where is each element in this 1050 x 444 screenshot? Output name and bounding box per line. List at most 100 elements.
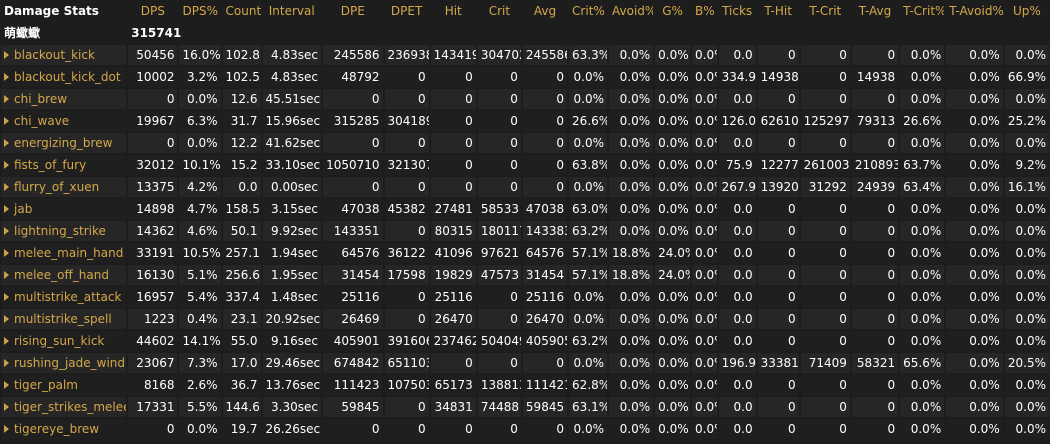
cell-dpet: 17598: [384, 265, 429, 285]
table-row[interactable]: chi_brew 0 0.0% 12.6 45.51sec 0 0 0 0 0 0.0% 0.0% 0.…: [1, 89, 1049, 109]
ability-name-cell[interactable]: rising_sun_kick: [1, 331, 127, 351]
ability-name-cell[interactable]: tiger_palm: [1, 375, 127, 395]
cell-t-avoid: 0.0%: [946, 133, 1003, 153]
column-header-avg[interactable]: Avg: [522, 1, 568, 21]
column-header-ticks[interactable]: Ticks: [718, 1, 756, 21]
ability-name-cell[interactable]: flurry_of_xuen: [1, 177, 127, 197]
triangle-right-icon[interactable]: [4, 403, 9, 411]
column-header-damage-stats[interactable]: Damage Stats: [1, 1, 127, 21]
cell-dps: 16.0%: [179, 45, 221, 65]
triangle-right-icon[interactable]: [4, 183, 9, 191]
cell-crit: 63.2%: [569, 221, 608, 241]
ability-name-cell[interactable]: jab: [1, 199, 127, 219]
table-row[interactable]: rising_sun_kick 44602 14.1% 55.0 9.16sec 4059…: [1, 331, 1049, 351]
ability-name-cell[interactable]: chi_wave: [1, 111, 127, 131]
cell-t-avoid: 0.0%: [946, 353, 1003, 373]
table-row[interactable]: lightning_strike 14362 4.6% 50.1 9.92sec 1433…: [1, 221, 1049, 241]
ability-name-cell[interactable]: blackout_kick: [1, 45, 127, 65]
table-row[interactable]: chi_wave 19967 6.3% 31.7 15.96sec 315285 30418…: [1, 111, 1049, 131]
cell-t-crit: 0.0%: [900, 287, 945, 307]
column-header-t-crit[interactable]: T-Crit: [800, 1, 850, 21]
ability-name-cell[interactable]: melee_off_hand: [1, 265, 127, 285]
column-header-t-hit[interactable]: T-Hit: [757, 1, 799, 21]
cell-dpet: 0: [384, 177, 429, 197]
cell-count: 15.2: [222, 155, 261, 175]
cell-t-crit: 0.0%: [900, 243, 945, 263]
cell-up: 0.0%: [1004, 265, 1049, 285]
triangle-right-icon[interactable]: [4, 425, 9, 433]
table-row[interactable]: fists_of_fury 32012 10.1% 15.2 33.10sec 10507…: [1, 155, 1049, 175]
column-header-interval[interactable]: Interval: [262, 1, 321, 21]
cell-up: 16.1%: [1004, 177, 1049, 197]
triangle-right-icon[interactable]: [4, 161, 9, 169]
cell-up: 0.0%: [1004, 89, 1049, 109]
column-header-t-avg[interactable]: T-Avg: [851, 1, 899, 21]
triangle-right-icon[interactable]: [4, 293, 9, 301]
table-row[interactable]: energizing_brew 0 0.0% 12.2 41.62sec 0 0 0 0 0 0.0…: [1, 133, 1049, 153]
cell-dps: 33191: [128, 243, 178, 263]
cell-dpet: 107503: [384, 375, 429, 395]
triangle-right-icon[interactable]: [4, 51, 9, 59]
cell-count: 102.5: [222, 67, 261, 87]
ability-name-cell[interactable]: chi_brew: [1, 89, 127, 109]
column-header-dps[interactable]: DPS%: [179, 1, 221, 21]
table-row[interactable]: flurry_of_xuen 13375 4.2% 0.0 0.00sec 0 0 0 0 0 0.…: [1, 177, 1049, 197]
cell-dps: 4.7%: [179, 199, 221, 219]
column-header-dps[interactable]: DPS: [128, 1, 178, 21]
ability-name-cell[interactable]: melee_main_hand: [1, 243, 127, 263]
table-row[interactable]: jab 14898 4.7% 158.5 3.15sec 47038 45382 27481 5…: [1, 199, 1049, 219]
triangle-right-icon[interactable]: [4, 271, 9, 279]
table-row[interactable]: multistrike_spell 1223 0.4% 23.1 20.92sec 264…: [1, 309, 1049, 329]
cell-avoid: 0.0%: [609, 309, 654, 329]
column-header-up[interactable]: Up%: [1004, 1, 1049, 21]
ability-name-cell[interactable]: tiger_strikes_melee: [1, 397, 127, 417]
ability-name-cell[interactable]: blackout_kick_dot: [1, 67, 127, 87]
column-header-count[interactable]: Count: [222, 1, 261, 21]
cell-avoid: 0.0%: [609, 133, 654, 153]
cell-crit: 0.0%: [569, 309, 608, 329]
table-row[interactable]: melee_main_hand 33191 10.5% 257.1 1.94sec 645…: [1, 243, 1049, 263]
column-header-dpet[interactable]: DPET: [384, 1, 429, 21]
table-row[interactable]: blackout_kick 50456 16.0% 102.8 4.83sec 24558…: [1, 45, 1049, 65]
table-row[interactable]: tiger_palm 8168 2.6% 36.7 13.76sec 111423 1075…: [1, 375, 1049, 395]
cell-crit: 63.1%: [569, 397, 608, 417]
cell-avoid: 0.0%: [609, 287, 654, 307]
cell-dpet: 651103: [384, 353, 429, 373]
column-header-g[interactable]: G%: [655, 1, 691, 21]
column-header-hit[interactable]: Hit: [430, 1, 476, 21]
table-row[interactable]: tiger_strikes_melee 17331 5.5% 144.6 3.30sec…: [1, 397, 1049, 417]
table-row[interactable]: rushing_jade_wind 23067 7.3% 17.0 29.46sec 67…: [1, 353, 1049, 373]
ability-name-cell[interactable]: rushing_jade_wind: [1, 353, 127, 373]
ability-name-cell[interactable]: multistrike_spell: [1, 309, 127, 329]
column-header-b[interactable]: B%: [692, 1, 717, 21]
table-row[interactable]: melee_off_hand 16130 5.1% 256.6 1.95sec 31454…: [1, 265, 1049, 285]
column-header-avoid[interactable]: Avoid%: [609, 1, 654, 21]
cell-t-crit: 0.0%: [900, 133, 945, 153]
triangle-right-icon[interactable]: [4, 205, 9, 213]
column-header-crit[interactable]: Crit: [477, 1, 521, 21]
ability-name-cell[interactable]: fists_of_fury: [1, 155, 127, 175]
triangle-right-icon[interactable]: [4, 95, 9, 103]
triangle-right-icon[interactable]: [4, 117, 9, 125]
triangle-right-icon[interactable]: [4, 249, 9, 257]
column-header-dpe[interactable]: DPE: [323, 1, 383, 21]
triangle-right-icon[interactable]: [4, 139, 9, 147]
triangle-right-icon[interactable]: [4, 73, 9, 81]
table-row[interactable]: tigereye_brew 0 0.0% 19.7 26.26sec 0 0 0 0 0 0.0% 0…: [1, 419, 1049, 439]
triangle-right-icon[interactable]: [4, 381, 9, 389]
table-row[interactable]: multistrike_attack 16957 5.4% 337.4 1.48sec 2…: [1, 287, 1049, 307]
cell-b: 0.0%: [692, 397, 717, 417]
ability-name-cell[interactable]: energizing_brew: [1, 133, 127, 153]
ability-name-cell[interactable]: multistrike_attack: [1, 287, 127, 307]
table-row[interactable]: blackout_kick_dot 10002 3.2% 102.5 4.83sec 48…: [1, 67, 1049, 87]
triangle-right-icon[interactable]: [4, 227, 9, 235]
cell-hit: 80315: [430, 221, 476, 241]
column-header-t-crit[interactable]: T-Crit%: [900, 1, 945, 21]
triangle-right-icon[interactable]: [4, 315, 9, 323]
ability-name-cell[interactable]: tigereye_brew: [1, 419, 127, 439]
column-header-crit[interactable]: Crit%: [569, 1, 608, 21]
triangle-right-icon[interactable]: [4, 359, 9, 367]
triangle-right-icon[interactable]: [4, 337, 9, 345]
ability-name-cell[interactable]: lightning_strike: [1, 221, 127, 241]
column-header-t-avoid[interactable]: T-Avoid%: [946, 1, 1003, 21]
